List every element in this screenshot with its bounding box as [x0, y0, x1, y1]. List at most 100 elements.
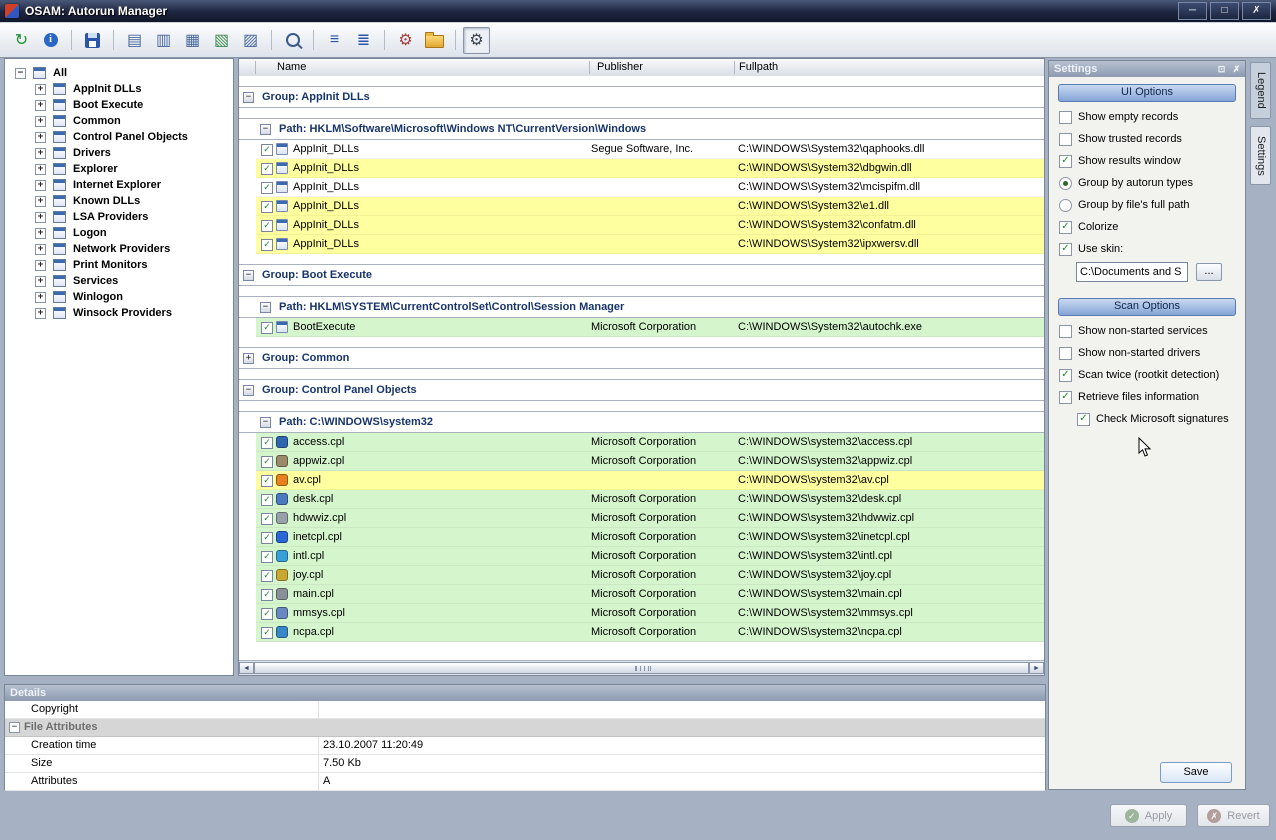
group-row[interactable]: −Group: AppInit DLLs — [239, 86, 1044, 108]
row-checkbox[interactable]: ✓ — [261, 163, 273, 175]
details-group-row[interactable]: −File Attributes — [5, 719, 1045, 737]
column-header-publisher[interactable]: Publisher — [597, 61, 643, 73]
checkbox-retrieve-files-information[interactable]: ✓ — [1059, 391, 1072, 404]
table-row[interactable]: ✓main.cplMicrosoft CorporationC:\WINDOWS… — [239, 585, 1044, 604]
row-checkbox[interactable]: ✓ — [261, 551, 273, 563]
maximize-button[interactable]: □ — [1210, 2, 1239, 20]
expand-icon[interactable]: + — [35, 276, 46, 287]
path-row[interactable]: −Path: C:\WINDOWS\system32 — [239, 411, 1044, 433]
collapse-path-icon[interactable]: − — [260, 417, 271, 428]
tree-item-known-dlls[interactable]: +Known DLLs — [5, 193, 233, 209]
table-row[interactable]: ✓appwiz.cplMicrosoft CorporationC:\WINDO… — [239, 452, 1044, 471]
scroll-left-icon[interactable]: ◄ — [239, 662, 254, 674]
folder-icon[interactable] — [421, 27, 448, 54]
collapse-group-icon[interactable]: − — [243, 385, 254, 396]
checkbox-use-skin[interactable]: ✓ — [1059, 243, 1072, 256]
tree-item-boot-execute[interactable]: +Boot Execute — [5, 97, 233, 113]
processes-icon[interactable]: ⚙ — [392, 27, 419, 54]
row-checkbox[interactable]: ✓ — [261, 201, 273, 213]
tree-item-network-providers[interactable]: +Network Providers — [5, 241, 233, 257]
tree-item-drivers[interactable]: +Drivers — [5, 145, 233, 161]
option-retrieve-files-information[interactable]: ✓Retrieve files information — [1059, 391, 1235, 404]
pin-icon[interactable]: ⊡ — [1215, 63, 1228, 75]
row-checkbox[interactable]: ✓ — [261, 239, 273, 251]
row-checkbox[interactable]: ✓ — [261, 437, 273, 449]
table-row[interactable]: ✓joy.cplMicrosoft CorporationC:\WINDOWS\… — [239, 566, 1044, 585]
table-row[interactable]: ✓inetcpl.cplMicrosoft CorporationC:\WIND… — [239, 528, 1044, 547]
column-header-fullpath[interactable]: Fullpath — [739, 61, 778, 73]
checkbox-show-non-started-drivers[interactable] — [1059, 347, 1072, 360]
apply-button[interactable]: ✓ Apply — [1110, 804, 1187, 827]
table-row[interactable]: ✓AppInit_DLLsC:\WINDOWS\System32\ipxwers… — [239, 235, 1044, 254]
checkbox-show-results-window[interactable]: ✓ — [1059, 155, 1072, 168]
option-check-microsoft-signatures[interactable]: ✓Check Microsoft signatures — [1077, 413, 1235, 426]
option-show-trusted-records[interactable]: Show trusted records — [1059, 133, 1235, 146]
close-panel-icon[interactable]: ✗ — [1230, 63, 1243, 75]
column-header-name[interactable]: Name — [277, 61, 306, 73]
table-row[interactable]: ✓AppInit_DLLsC:\WINDOWS\System32\confatm… — [239, 216, 1044, 235]
save-report-icon[interactable]: ▦ — [179, 27, 206, 54]
collapse-group-icon[interactable]: − — [243, 92, 254, 103]
browse-button[interactable]: ... — [1196, 263, 1222, 281]
expand-icon[interactable]: + — [35, 212, 46, 223]
row-checkbox[interactable]: ✓ — [261, 322, 273, 334]
column-separator[interactable] — [734, 61, 735, 74]
collapse-all-icon[interactable]: ≣ — [350, 27, 377, 54]
tree-item-print-monitors[interactable]: +Print Monitors — [5, 257, 233, 273]
expand-icon[interactable]: + — [35, 228, 46, 239]
expand-icon[interactable]: + — [35, 100, 46, 111]
tab-settings[interactable]: Settings — [1250, 126, 1271, 186]
row-checkbox[interactable]: ✓ — [261, 220, 273, 232]
row-checkbox[interactable]: ✓ — [261, 475, 273, 487]
save-button[interactable]: Save — [1160, 762, 1232, 783]
scroll-right-icon[interactable]: ► — [1029, 662, 1044, 674]
option-group-by-autorun-types[interactable]: Group by autorun types — [1059, 177, 1235, 190]
table-row[interactable]: ✓access.cplMicrosoft CorporationC:\WINDO… — [239, 433, 1044, 452]
checkbox-check-microsoft-signatures[interactable]: ✓ — [1077, 413, 1090, 426]
scrollbar-thumb[interactable] — [254, 662, 1029, 674]
ui-options-button[interactable]: UI Options — [1058, 84, 1236, 102]
expand-icon[interactable]: + — [35, 244, 46, 255]
checkbox-colorize[interactable]: ✓ — [1059, 221, 1072, 234]
details-row[interactable]: AttributesA — [5, 773, 1045, 791]
expand-icon[interactable]: + — [35, 164, 46, 175]
options-icon[interactable]: ⚙ — [463, 27, 490, 54]
checkbox-scan-twice-rootkit-detection[interactable]: ✓ — [1059, 369, 1072, 382]
row-checkbox[interactable]: ✓ — [261, 570, 273, 582]
radio-group-by-autorun-types[interactable] — [1059, 177, 1072, 190]
scan-options-button[interactable]: Scan Options — [1058, 298, 1236, 316]
tree-item-control-panel-objects[interactable]: +Control Panel Objects — [5, 129, 233, 145]
details-row[interactable]: Copyright — [5, 701, 1045, 719]
minimize-button[interactable]: ─ — [1178, 2, 1207, 20]
group-row[interactable]: −Group: Control Panel Objects — [239, 379, 1044, 401]
table-row[interactable]: ✓av.cplC:\WINDOWS\system32\av.cpl — [239, 471, 1044, 490]
row-checkbox[interactable]: ✓ — [261, 589, 273, 601]
table-row[interactable]: ✓AppInit_DLLsC:\WINDOWS\System32\mcispif… — [239, 178, 1044, 197]
tree-item-internet-explorer[interactable]: +Internet Explorer — [5, 177, 233, 193]
expand-group-icon[interactable]: + — [243, 353, 254, 364]
refresh-icon[interactable]: ↻ — [8, 27, 35, 54]
tree-item-lsa-providers[interactable]: +LSA Providers — [5, 209, 233, 225]
checkbox-show-non-started-services[interactable] — [1059, 325, 1072, 338]
row-checkbox[interactable]: ✓ — [261, 456, 273, 468]
add-record-icon[interactable]: ▧ — [208, 27, 235, 54]
expand-icon[interactable]: + — [35, 148, 46, 159]
checkbox-show-empty-records[interactable] — [1059, 111, 1072, 124]
expand-icon[interactable]: + — [35, 292, 46, 303]
row-checkbox[interactable]: ✓ — [261, 532, 273, 544]
revert-button[interactable]: ✗ Revert — [1197, 804, 1270, 827]
table-row[interactable]: ✓AppInit_DLLsSegue Software, Inc.C:\WIND… — [239, 140, 1044, 159]
expand-all-icon[interactable]: ≡ — [321, 27, 348, 54]
option-colorize[interactable]: ✓Colorize — [1059, 221, 1235, 234]
row-checkbox[interactable]: ✓ — [261, 182, 273, 194]
copy-report-icon[interactable]: ▤ — [121, 27, 148, 54]
option-scan-twice-rootkit-detection[interactable]: ✓Scan twice (rootkit detection) — [1059, 369, 1235, 382]
skin-path-input[interactable] — [1076, 262, 1188, 282]
column-separator[interactable] — [255, 61, 256, 74]
row-checkbox[interactable]: ✓ — [261, 513, 273, 525]
tree-item-winlogon[interactable]: +Winlogon — [5, 289, 233, 305]
collapse-path-icon[interactable]: − — [260, 124, 271, 135]
tree-item-appinit-dlls[interactable]: +AppInit DLLs — [5, 81, 233, 97]
print-report-icon[interactable]: ▥ — [150, 27, 177, 54]
option-show-empty-records[interactable]: Show empty records — [1059, 111, 1235, 124]
